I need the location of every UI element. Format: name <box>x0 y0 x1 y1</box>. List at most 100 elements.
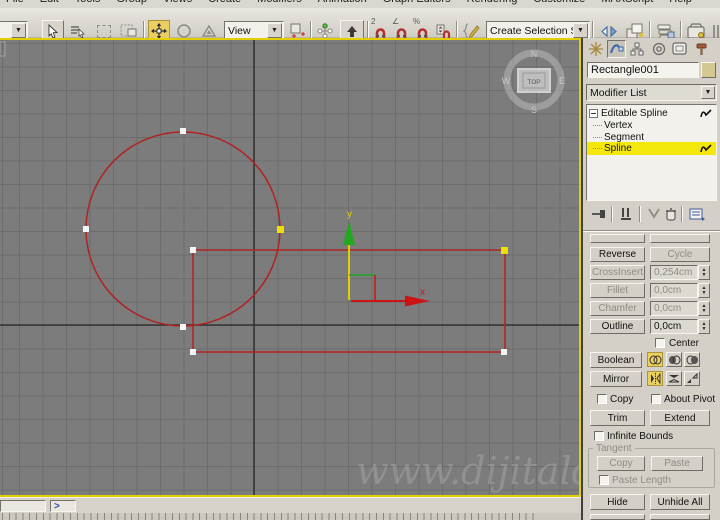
vertex-marker-selected[interactable] <box>501 247 508 254</box>
track-bar[interactable] <box>0 513 581 520</box>
gizmo-x-arrowhead[interactable] <box>405 295 430 307</box>
outline-button[interactable]: Outline <box>590 319 645 334</box>
tab-display[interactable] <box>670 40 689 58</box>
chevron-down-icon[interactable]: ▼ <box>701 86 715 99</box>
tab-hierarchy[interactable] <box>627 40 646 58</box>
menu-maxscript[interactable]: MAXScript <box>601 0 653 5</box>
boolean-button[interactable]: Boolean <box>590 352 642 368</box>
menu-file[interactable]: File <box>6 0 24 5</box>
compass-north[interactable]: N <box>531 49 538 59</box>
infinite-bounds-checkbox[interactable] <box>594 431 604 441</box>
spinner-down-icon[interactable]: ▼ <box>702 326 707 332</box>
gizmo-y-arrowhead[interactable] <box>343 221 355 245</box>
fillet-spinner[interactable]: ▲ ▼ <box>698 283 710 298</box>
spinner-down-icon[interactable]: ▼ <box>702 290 707 296</box>
menu-create[interactable]: Create <box>208 0 241 5</box>
reverse-button[interactable]: Reverse <box>590 247 645 262</box>
stack-row-vertex[interactable]: Vertex <box>587 119 716 131</box>
vertex-marker[interactable] <box>190 349 196 355</box>
hide-button[interactable]: Hide <box>590 494 645 510</box>
pin-stack-icon[interactable] <box>591 208 606 220</box>
object-name-field[interactable]: Rectangle001 <box>587 62 699 78</box>
center-checkbox[interactable] <box>655 338 665 348</box>
cutoff-button[interactable] <box>590 234 645 243</box>
menu-tools[interactable]: Tools <box>75 0 101 5</box>
collapse-expander-icon[interactable] <box>589 108 598 118</box>
menu-group[interactable]: Group <box>116 0 147 5</box>
menu-animation[interactable]: Animation <box>318 0 367 5</box>
compass-east[interactable]: E <box>559 76 565 86</box>
vertex-marker[interactable] <box>180 128 186 134</box>
chevron-down-icon[interactable]: ▼ <box>573 23 588 38</box>
modifier-list-dropdown[interactable]: Modifier List ▼ <box>586 84 717 101</box>
object-color-swatch[interactable] <box>701 62 716 78</box>
menu-modifiers[interactable]: Modifiers <box>257 0 302 5</box>
crossinsert-button[interactable]: CrossInsert <box>590 265 645 280</box>
copy-checkbox[interactable] <box>597 394 607 404</box>
vertex-marker[interactable] <box>83 226 89 232</box>
chamfer-value-field[interactable]: 0,0cm <box>650 301 698 316</box>
chevron-down-icon[interactable]: ▼ <box>267 23 282 38</box>
crossinsert-value-field[interactable]: 0,254cm <box>650 265 698 280</box>
show-end-result-icon[interactable] <box>619 207 633 221</box>
extend-button[interactable]: Extend <box>650 410 710 426</box>
menu-customize[interactable]: Customize <box>533 0 585 5</box>
chamfer-button[interactable]: Chamfer <box>590 301 645 316</box>
circle-spline[interactable] <box>85 131 281 327</box>
viewcube-face-label[interactable]: TOP <box>527 79 540 86</box>
tangent-paste-button[interactable]: Paste <box>651 456 703 471</box>
chamfer-spinner[interactable]: ▲ ▼ <box>698 301 710 316</box>
cutoff-button[interactable] <box>650 514 710 520</box>
about-pivot-checkbox[interactable] <box>651 394 661 404</box>
maxscript-mini-listener[interactable] <box>0 500 46 512</box>
fillet-value-field[interactable]: 0,0cm <box>650 283 698 298</box>
cutoff-button[interactable] <box>650 234 710 243</box>
move-gizmo[interactable]: y x <box>343 209 430 307</box>
spinner-down-icon[interactable]: ▼ <box>702 308 707 314</box>
paste-length-checkbox[interactable] <box>599 475 609 485</box>
trim-button[interactable]: Trim <box>590 410 645 426</box>
mirror-button-panel[interactable]: Mirror <box>590 371 642 387</box>
top-viewport[interactable]: www.dijitaldev y x <box>0 38 581 497</box>
chevron-down-icon[interactable]: ▼ <box>11 23 26 38</box>
tab-motion[interactable] <box>649 40 668 58</box>
center-label: Center <box>669 338 700 349</box>
crossinsert-spinner[interactable]: ▲ ▼ <box>698 265 710 280</box>
outline-value-field[interactable]: 0,0cm <box>650 319 698 334</box>
boolean-intersect-icon[interactable] <box>684 352 700 367</box>
stack-row-spline-selected[interactable]: Spline <box>587 142 716 155</box>
vertex-marker[interactable] <box>190 247 196 253</box>
menu-graph-editors[interactable]: Graph Editors <box>383 0 451 5</box>
menu-views[interactable]: Views <box>163 0 192 5</box>
boolean-union-icon[interactable] <box>647 352 663 367</box>
menu-edit[interactable]: Edit <box>40 0 59 5</box>
unhide-all-button[interactable]: Unhide All <box>650 494 710 510</box>
tab-modify[interactable] <box>607 40 626 58</box>
configure-modifier-sets-icon[interactable] <box>689 207 705 221</box>
outline-spinner[interactable]: ▲ ▼ <box>698 319 710 334</box>
viewcube[interactable]: N E S W TOP <box>502 49 565 115</box>
vertex-marker[interactable] <box>180 324 186 330</box>
mirror-vertical-icon[interactable] <box>666 371 682 386</box>
stack-row-editable-spline[interactable]: Editable Spline <box>587 107 716 119</box>
mirror-horizontal-icon[interactable] <box>647 371 663 386</box>
menu-rendering[interactable]: Rendering <box>467 0 518 5</box>
remove-modifier-icon[interactable] <box>665 207 677 221</box>
viewport-label-fragment[interactable] <box>0 41 6 57</box>
vertex-marker[interactable] <box>501 349 507 355</box>
menu-help[interactable]: Help <box>669 0 692 5</box>
boolean-subtract-icon[interactable] <box>666 352 682 367</box>
compass-west[interactable]: W <box>502 76 511 86</box>
tab-create[interactable] <box>586 40 605 58</box>
fillet-button[interactable]: Fillet <box>590 283 645 298</box>
make-unique-icon[interactable] <box>647 208 661 219</box>
tangent-copy-button[interactable]: Copy <box>597 456 645 471</box>
maxscript-prompt[interactable]: > <box>50 500 76 512</box>
vertex-marker-selected[interactable] <box>277 226 284 233</box>
compass-south[interactable]: S <box>531 105 537 115</box>
mirror-both-icon[interactable] <box>684 371 700 386</box>
tab-utilities[interactable] <box>692 40 711 58</box>
cycle-button[interactable]: Cycle <box>650 247 710 262</box>
spinner-down-icon[interactable]: ▼ <box>702 272 707 278</box>
cutoff-button[interactable] <box>590 514 645 520</box>
